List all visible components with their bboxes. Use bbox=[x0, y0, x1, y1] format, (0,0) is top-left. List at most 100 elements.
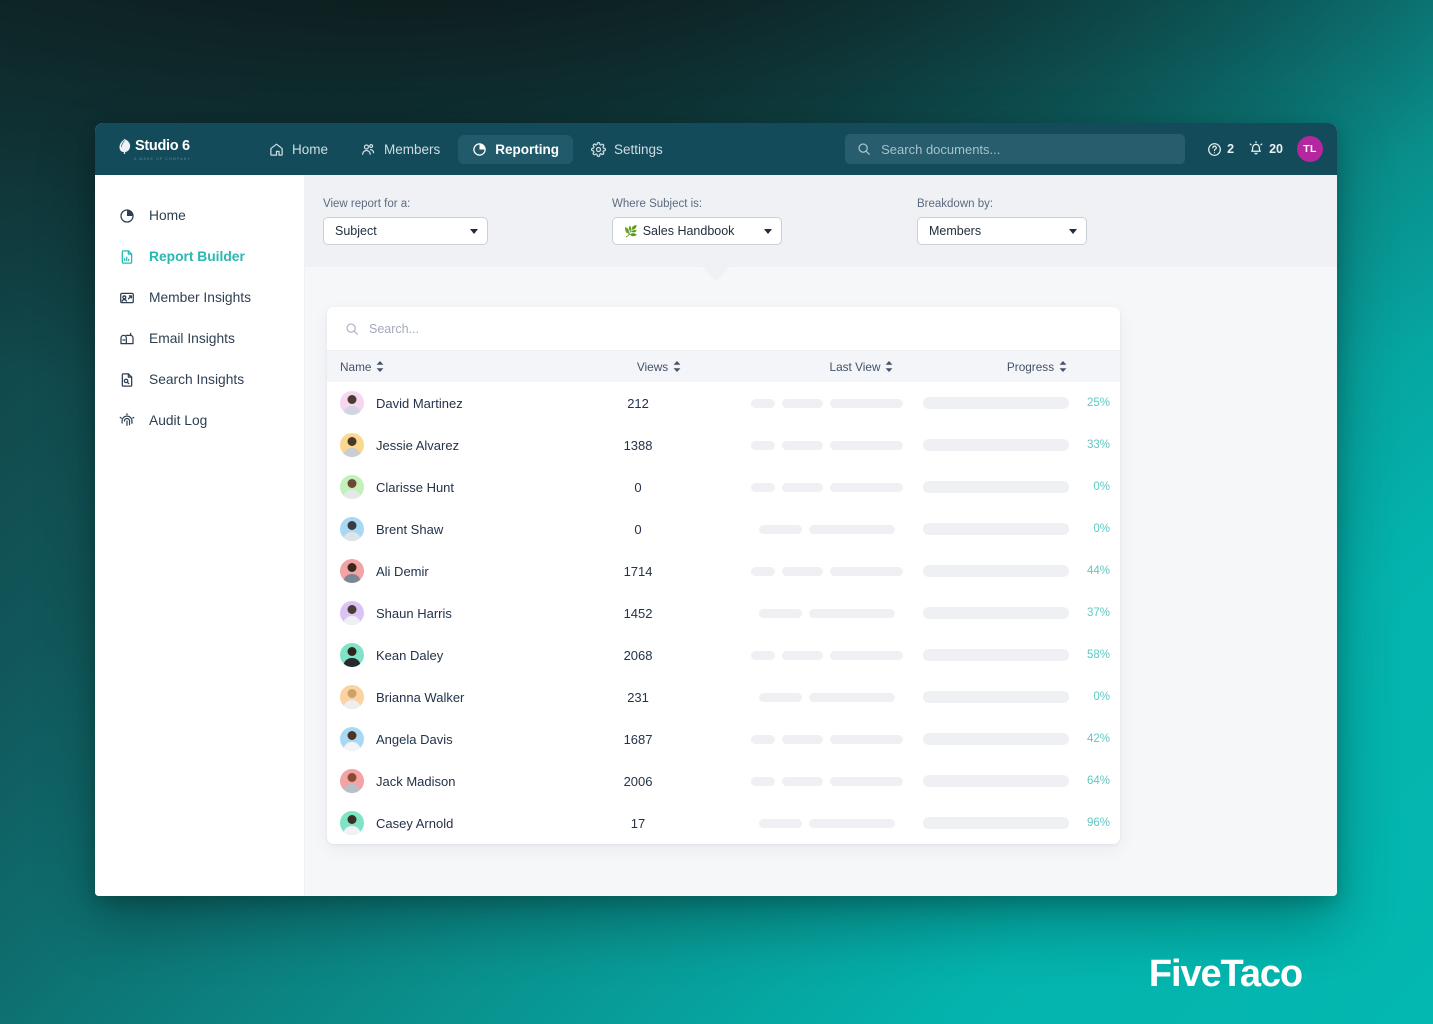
skeleton-bar bbox=[759, 608, 803, 618]
sidebar-item-home[interactable]: Home bbox=[95, 195, 304, 236]
results-card: Search... Name Views Last View Progress … bbox=[327, 307, 1120, 844]
views-count: 1687 bbox=[623, 731, 653, 747]
table-row[interactable]: Angela Davis 1687 42% bbox=[327, 718, 1120, 760]
cell-views: 1687 bbox=[545, 732, 732, 747]
table-row[interactable]: Ali Demir 1714 44% bbox=[327, 550, 1120, 592]
nav-item-members-label: Members bbox=[384, 141, 441, 157]
subject-select[interactable]: Subject bbox=[323, 217, 488, 245]
column-header-views[interactable]: Views bbox=[559, 360, 759, 374]
member-insights-icon bbox=[120, 292, 134, 303]
views-count: 2068 bbox=[623, 647, 653, 663]
sidebar: Home Report Builder Member Insights Emai… bbox=[95, 175, 305, 896]
views-count: 231 bbox=[627, 689, 649, 705]
cell-views: 1452 bbox=[545, 606, 732, 621]
bell-icon bbox=[1249, 141, 1263, 155]
table-row[interactable]: Brianna Walker 231 0% bbox=[327, 676, 1120, 718]
cell-views: 231 bbox=[545, 690, 732, 705]
cell-last-view bbox=[731, 398, 923, 408]
cell-last-view bbox=[731, 692, 923, 702]
views-count: 212 bbox=[627, 395, 649, 411]
cell-last-view bbox=[731, 608, 923, 618]
nav-item-reporting[interactable]: Reporting bbox=[458, 134, 574, 164]
help-button[interactable]: 2 bbox=[1207, 142, 1234, 157]
cell-name: Jack Madison bbox=[327, 769, 545, 793]
progress-percent: 42% bbox=[1086, 733, 1110, 745]
views-count: 1714 bbox=[623, 563, 653, 579]
logo-tagline: A MAKE UP COMPANY bbox=[134, 156, 191, 161]
column-header-name[interactable]: Name bbox=[327, 360, 559, 374]
avatar bbox=[340, 433, 364, 457]
sort-icon bbox=[673, 361, 681, 372]
sidebar-item-audit-log-label: Audit Log bbox=[149, 413, 208, 428]
user-avatar[interactable]: TL bbox=[1297, 136, 1323, 162]
table-row[interactable]: David Martinez 212 25% bbox=[327, 382, 1120, 424]
member-name: Jessie Alvarez bbox=[376, 437, 460, 453]
members-icon bbox=[362, 143, 375, 155]
breakdown-select[interactable]: Members bbox=[917, 217, 1087, 245]
views-count: 1388 bbox=[623, 437, 653, 453]
progress-percent: 37% bbox=[1086, 607, 1110, 619]
sidebar-item-report-builder[interactable]: Report Builder bbox=[95, 236, 304, 277]
global-search-placeholder: Search documents... bbox=[881, 141, 1001, 157]
table-row[interactable]: Jack Madison 2006 64% bbox=[327, 760, 1120, 802]
app-body: Home Report Builder Member Insights Emai… bbox=[95, 175, 1337, 896]
sidebar-item-email-insights[interactable]: Email Insights bbox=[95, 318, 304, 359]
avatar bbox=[340, 559, 364, 583]
nav-item-members[interactable]: Members bbox=[346, 135, 454, 164]
reporting-pie-icon bbox=[473, 142, 487, 156]
sidebar-item-audit-log[interactable]: Audit Log bbox=[95, 400, 304, 441]
cell-progress: 44% bbox=[923, 565, 1120, 577]
sidebar-item-report-builder-label: Report Builder bbox=[149, 249, 245, 264]
member-name: Kean Daley bbox=[376, 647, 444, 663]
nav-item-home[interactable]: Home bbox=[255, 135, 342, 164]
subject-value-select-value: 🌿 Sales Handbook bbox=[624, 224, 764, 238]
progress-track bbox=[923, 733, 1069, 745]
column-header-views-label: Views bbox=[636, 359, 669, 374]
table-row[interactable]: Brent Shaw 0 0% bbox=[327, 508, 1120, 550]
column-header-last-view[interactable]: Last View bbox=[759, 360, 964, 374]
cell-name: Kean Daley bbox=[327, 643, 545, 667]
subject-value-select[interactable]: 🌿 Sales Handbook bbox=[612, 217, 782, 245]
table-row[interactable]: Casey Arnold 17 96% bbox=[327, 802, 1120, 844]
nav-items: Home Members Reporting Settings bbox=[255, 134, 677, 164]
member-name: Ali Demir bbox=[376, 563, 429, 579]
notifications-button[interactable]: 20 bbox=[1248, 141, 1283, 157]
table-row[interactable]: Shaun Harris 1452 37% bbox=[327, 592, 1120, 634]
table-search-placeholder: Search... bbox=[369, 321, 420, 336]
skeleton-bar bbox=[782, 566, 824, 576]
progress-track bbox=[923, 691, 1069, 703]
notification-count: 20 bbox=[1269, 142, 1283, 156]
views-count: 17 bbox=[630, 815, 646, 831]
avatar bbox=[340, 811, 364, 835]
sidebar-item-member-insights[interactable]: Member Insights bbox=[95, 277, 304, 318]
views-count: 2006 bbox=[623, 773, 653, 789]
column-header-progress-label: Progress bbox=[1006, 359, 1055, 374]
table-row[interactable]: Jessie Alvarez 1388 33% bbox=[327, 424, 1120, 466]
nav-item-settings[interactable]: Settings bbox=[577, 135, 677, 164]
fivetaco-watermark: FiveTaco bbox=[1148, 953, 1303, 995]
table-search-input[interactable]: Search... bbox=[327, 307, 1120, 351]
table-row[interactable]: Kean Daley 2068 58% bbox=[327, 634, 1120, 676]
skeleton-bar bbox=[782, 440, 824, 450]
skeleton-bar bbox=[759, 818, 803, 828]
avatar bbox=[340, 643, 364, 667]
member-name: Shaun Harris bbox=[376, 605, 452, 621]
filter-where-subject-is-label: Where Subject is: bbox=[612, 198, 703, 210]
skeleton-bar bbox=[830, 776, 904, 786]
filter-breakdown-by-label: Breakdown by: bbox=[917, 198, 994, 210]
cell-progress: 58% bbox=[923, 649, 1120, 661]
sidebar-item-search-insights[interactable]: Search Insights bbox=[95, 359, 304, 400]
nav-item-settings-label: Settings bbox=[614, 141, 663, 157]
studio6-leaf-icon bbox=[119, 138, 131, 154]
progress-track bbox=[923, 523, 1069, 535]
table-row[interactable]: Clarisse Hunt 0 0% bbox=[327, 466, 1120, 508]
column-header-progress[interactable]: Progress bbox=[964, 360, 1120, 374]
brand-logo[interactable]: Studio 6 A MAKE UP COMPANY bbox=[117, 138, 221, 161]
cell-last-view bbox=[731, 440, 923, 450]
user-avatar-initials: TL bbox=[1303, 143, 1317, 155]
chevron-down-icon bbox=[470, 228, 478, 234]
global-search-input[interactable]: Search documents... bbox=[845, 134, 1186, 164]
cell-name: Clarisse Hunt bbox=[327, 475, 545, 499]
skeleton-bar bbox=[751, 650, 776, 660]
table-body: David Martinez 212 25% Jessie Alvarez 1388 33… bbox=[327, 382, 1120, 844]
